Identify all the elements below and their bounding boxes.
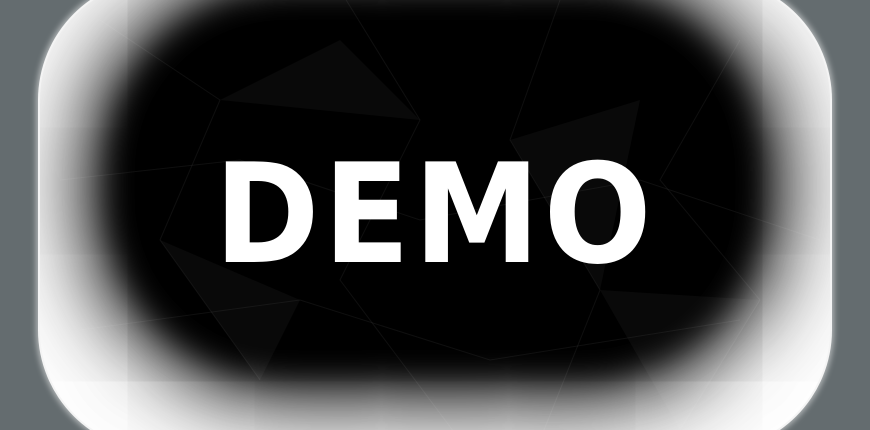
demo-text: DEMO xyxy=(214,134,656,295)
demo-label: DEMO xyxy=(0,0,870,430)
demo-badge-canvas: DEMO xyxy=(0,0,870,430)
